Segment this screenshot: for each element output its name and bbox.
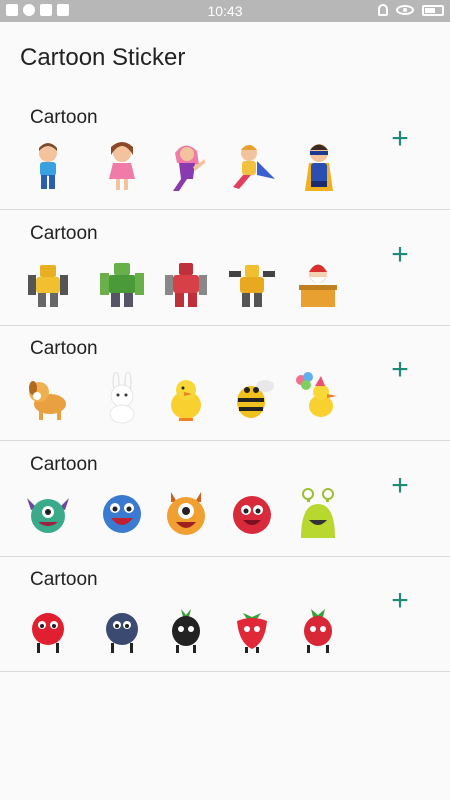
red-monster-sticker: [227, 488, 277, 540]
sticker-pack-row[interactable]: Cartoon +: [0, 211, 450, 326]
superhero-girl-sticker: [161, 141, 211, 193]
yellow-robot-sticker: [23, 257, 73, 309]
battery-icon: [422, 4, 444, 16]
duck-balloons-sticker: [293, 372, 343, 424]
green-alien-monster-sticker: [293, 487, 343, 540]
green-monster-sticker: [23, 488, 73, 540]
add-to-whatsapp-button[interactable]: +: [386, 239, 414, 269]
girl-sticker: [97, 141, 147, 193]
eye-icon: [396, 5, 414, 15]
sticker-pack-row[interactable]: Cartoon +: [0, 95, 450, 210]
red-fruit-sticker: [23, 603, 73, 655]
pack-name: Cartoon: [30, 222, 98, 244]
blueberry-sticker: [97, 603, 147, 655]
sticker-pack-row[interactable]: Cartoon +: [0, 442, 450, 557]
add-to-whatsapp-button[interactable]: +: [386, 355, 414, 385]
add-to-whatsapp-button[interactable]: +: [386, 586, 414, 616]
orange-monster-sticker: [161, 488, 211, 540]
raspberry-sticker: [293, 603, 343, 655]
bunny-sticker: [97, 372, 147, 424]
system-icons: [378, 4, 444, 16]
status-bar: 10:43: [0, 0, 450, 22]
pack-name: Cartoon: [30, 569, 98, 590]
add-to-whatsapp-button[interactable]: +: [386, 124, 414, 154]
santa-chimney-sticker: [293, 257, 343, 309]
pack-name: Cartoon: [30, 107, 98, 128]
caped-hero-sticker: [227, 141, 277, 193]
add-to-whatsapp-button[interactable]: +: [386, 470, 414, 500]
bee-sticker: [227, 372, 277, 424]
masked-hero-sticker: [293, 141, 343, 193]
chick-sticker: [161, 372, 211, 424]
strawberry-sticker: [227, 603, 277, 655]
red-robot-sticker: [161, 257, 211, 309]
silent-bell-icon: [378, 4, 388, 16]
blackberry-sticker: [161, 603, 211, 655]
boy-sticker: [23, 141, 73, 193]
puppy-sticker: [23, 372, 73, 424]
blue-monster-sticker: [97, 488, 147, 540]
sticker-pack-row[interactable]: Cartoon +: [0, 326, 450, 441]
pack-name: Cartoon: [30, 453, 98, 475]
pack-name: Cartoon: [30, 338, 98, 359]
green-robot-sticker: [97, 257, 147, 309]
page-title: Cartoon Sticker: [20, 44, 186, 71]
yellow-robot-2-sticker: [227, 257, 277, 309]
sticker-pack-row[interactable]: Cartoon +: [0, 557, 450, 672]
